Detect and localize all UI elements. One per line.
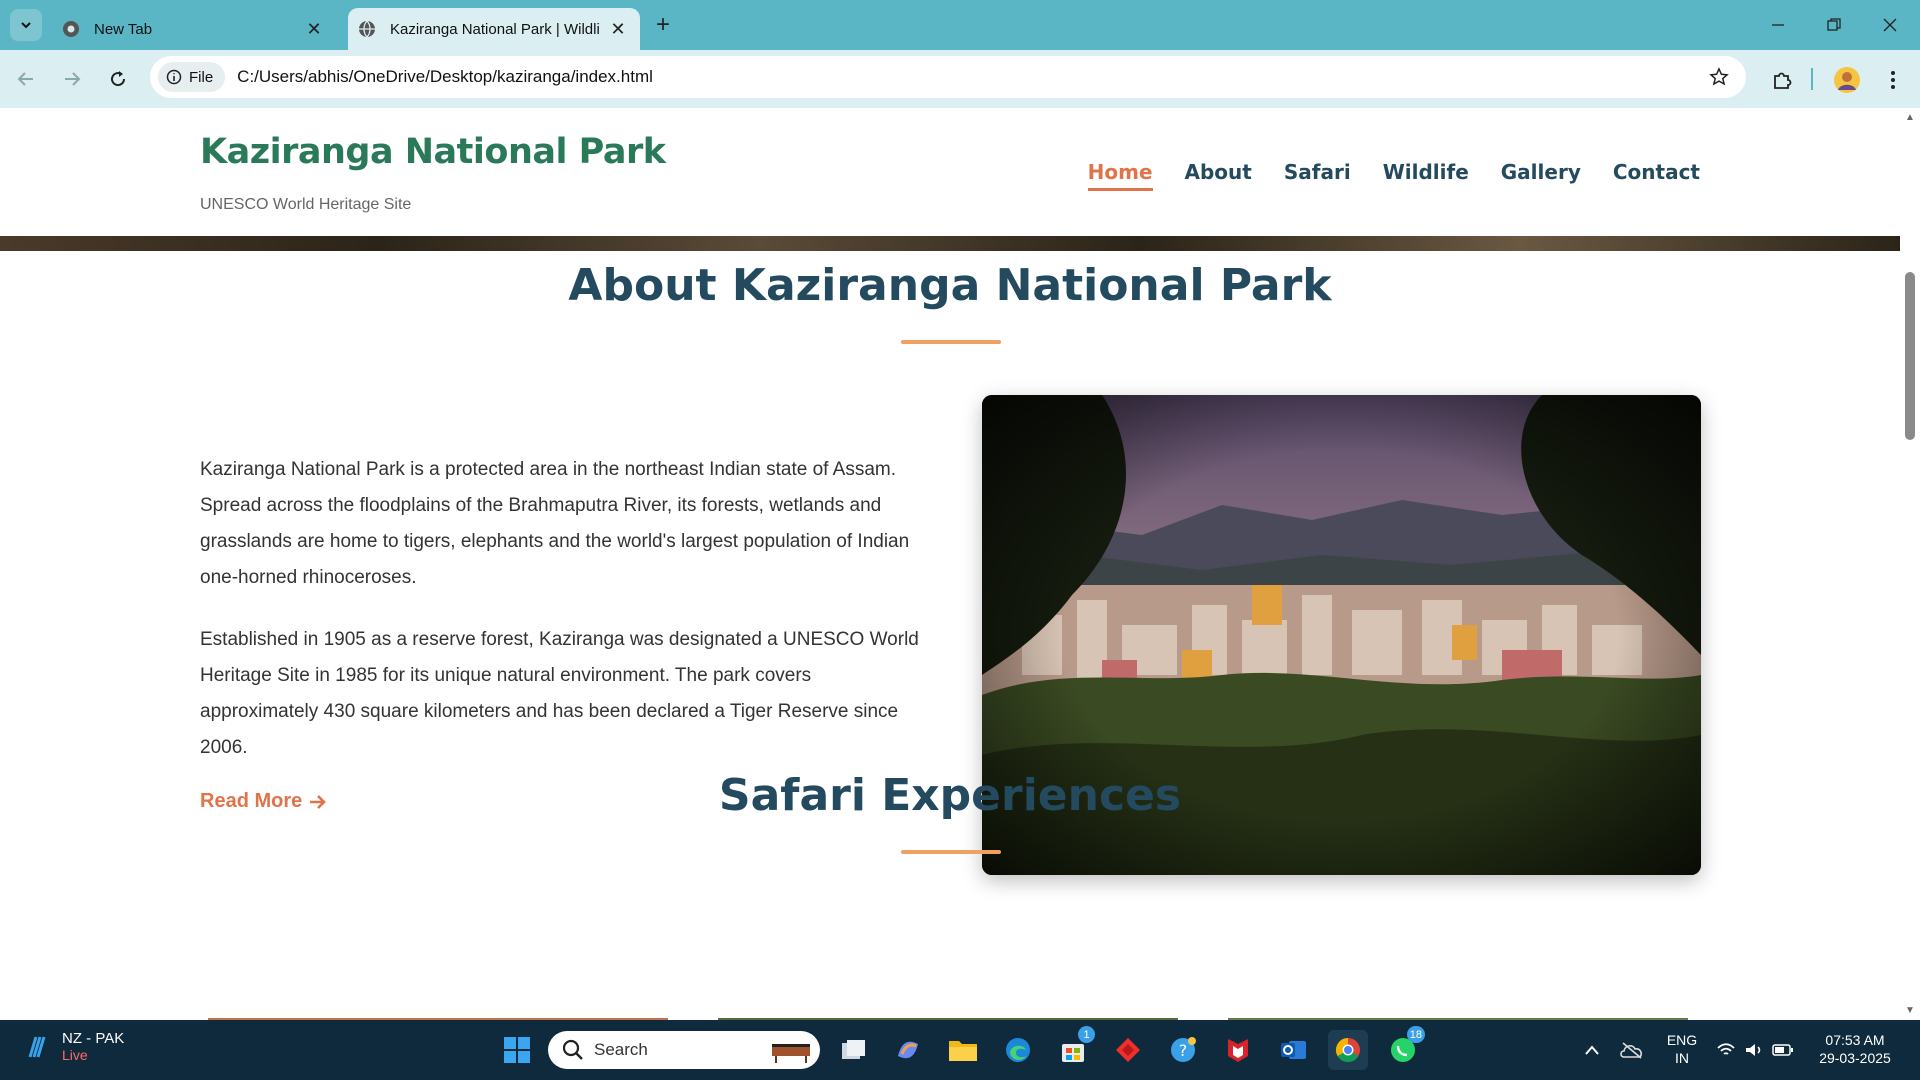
site-logo-subtitle: UNESCO World Heritage Site (200, 196, 412, 213)
clock-time: 07:53 AM (1825, 1032, 1885, 1048)
close-window-button[interactable] (1870, 10, 1910, 40)
taskbar-search[interactable]: Search (548, 1031, 820, 1069)
page-scrollbar[interactable] (1900, 108, 1920, 1020)
language-code: ENG (1666, 1032, 1698, 1048)
bookmark-button[interactable] (1706, 64, 1732, 90)
quick-settings[interactable] (1710, 1030, 1800, 1070)
site-header: Kaziranga National Park UNESCO World Her… (0, 108, 1900, 236)
more-vertical-icon (1891, 71, 1895, 89)
close-tab-icon[interactable]: ✕ (304, 19, 324, 39)
safari-section-title: Safari Experiences (718, 770, 1182, 821)
cricket-icon (28, 1036, 46, 1057)
language-indicator[interactable]: ENG IN (1664, 1031, 1700, 1067)
task-view-icon[interactable] (834, 1030, 874, 1070)
chrome-taskbar-icon[interactable] (1328, 1030, 1368, 1070)
reload-icon (111, 71, 126, 87)
site-info-label: File (189, 68, 214, 86)
volume-icon (1746, 1044, 1761, 1056)
reload-button[interactable] (102, 63, 134, 95)
outlook-icon[interactable] (1273, 1030, 1313, 1070)
file-explorer-icon[interactable] (943, 1030, 983, 1070)
arrow-left-icon (17, 72, 33, 86)
clock[interactable]: 07:53 AM 29-03-2025 (1810, 1031, 1900, 1067)
edge-icon[interactable] (998, 1030, 1038, 1070)
nav-gallery[interactable]: Gallery (1501, 160, 1581, 191)
puzzle-icon (1774, 72, 1792, 89)
info-icon (166, 69, 182, 85)
toolbar-divider (1811, 68, 1813, 90)
address-bar[interactable]: File C:/Users/abhis/OneDrive/Desktop/kaz… (150, 56, 1746, 98)
scrollbar-thumb[interactable] (1905, 272, 1915, 440)
help-icon[interactable]: ? (1163, 1030, 1203, 1070)
new-tab-button[interactable]: + (650, 11, 676, 38)
site-info-chip[interactable]: File (158, 62, 226, 92)
store-icon[interactable]: 1 (1053, 1026, 1095, 1070)
chrome-icon (63, 21, 79, 37)
avatar (1834, 67, 1860, 93)
back-button[interactable] (10, 63, 42, 95)
about-paragraph-2: Established in 1905 as a reserve forest,… (200, 629, 919, 758)
url-text[interactable]: C:/Users/abhis/OneDrive/Desktop/kazirang… (237, 67, 1706, 87)
tab-title: New Tab (94, 20, 153, 38)
browser-tab-bar: New Tab ✕ Kaziranga National Park | Wild… (0, 0, 1920, 50)
browser-toolbar: File C:/Users/abhis/OneDrive/Desktop/kaz… (0, 50, 1920, 108)
search-icon (562, 1039, 583, 1060)
site-logo-title[interactable]: Kaziranga National Park (200, 132, 666, 172)
onedrive-offline-icon[interactable] (1612, 1030, 1652, 1070)
windows-taskbar: NZ - PAK Live Search 1 ? 18 ENG IN 07:53… (0, 1020, 1920, 1080)
nav-wildlife[interactable]: Wildlife (1383, 160, 1469, 191)
browser-menu-button[interactable] (1876, 63, 1910, 97)
close-tab-icon[interactable]: ✕ (608, 19, 628, 39)
about-paragraph-1: Kaziranga National Park is a protected a… (200, 459, 910, 588)
clock-date: 29-03-2025 (1819, 1050, 1891, 1066)
battery-icon (1772, 1044, 1793, 1056)
wifi-icon (1717, 1043, 1735, 1055)
nav-home[interactable]: Home (1087, 160, 1153, 191)
chevron-down-icon (21, 22, 31, 29)
nav-about[interactable]: About (1185, 160, 1252, 191)
tab-kaziranga[interactable]: Kaziranga National Park | Wildli ✕ (348, 8, 640, 50)
restore-button[interactable] (1814, 10, 1854, 40)
anydesk-icon[interactable] (1108, 1030, 1148, 1070)
arrow-right-icon (65, 72, 81, 86)
nav-contact[interactable]: Contact (1613, 160, 1700, 191)
language-region: IN (1675, 1050, 1689, 1066)
main-nav: Home About Safari Wildlife Gallery Conta… (1087, 160, 1700, 191)
about-section-title: About Kaziranga National Park (568, 260, 1332, 311)
whatsapp-badge: 18 (1406, 1026, 1425, 1043)
news-title: NZ - PAK (62, 1030, 125, 1047)
nav-safari[interactable]: Safari (1284, 160, 1351, 191)
news-status: Live (62, 1047, 88, 1063)
hero-image-edge (0, 236, 1900, 251)
tab-search-button[interactable] (10, 9, 42, 41)
star-icon (1709, 67, 1729, 86)
forward-button[interactable] (56, 63, 88, 95)
windows-logo-icon (504, 1037, 530, 1063)
minimize-icon (1772, 24, 1784, 26)
svg-text:?: ? (1179, 1041, 1188, 1060)
news-widget[interactable]: NZ - PAK Live (24, 1030, 124, 1063)
tab-title: Kaziranga National Park | Wildli (390, 20, 600, 38)
mcafee-icon[interactable] (1218, 1030, 1258, 1070)
about-title-rule (901, 340, 1001, 344)
copilot-icon[interactable] (888, 1030, 928, 1070)
safari-title-rule (901, 850, 1001, 854)
scroll-down-arrow[interactable]: ▼ (1904, 1006, 1916, 1016)
tab-new-tab[interactable]: New Tab ✕ (52, 8, 336, 50)
close-icon (1883, 18, 1897, 32)
scroll-up-arrow[interactable]: ▲ (1904, 113, 1916, 123)
about-text: Kaziranga National Park is a protected a… (200, 452, 920, 792)
restore-icon (1827, 18, 1841, 31)
search-placeholder: Search (594, 1040, 648, 1059)
whatsapp-icon[interactable]: 18 (1383, 1026, 1425, 1070)
store-badge: 1 (1078, 1026, 1095, 1043)
globe-icon (359, 20, 375, 38)
piano-icon (772, 1044, 810, 1063)
page-viewport: Kaziranga National Park UNESCO World Her… (0, 108, 1900, 1020)
minimize-button[interactable] (1758, 10, 1798, 40)
start-button[interactable] (497, 1030, 537, 1070)
profile-button[interactable] (1830, 63, 1864, 97)
extensions-button[interactable] (1765, 63, 1799, 97)
tray-chevron-up-icon[interactable] (1572, 1030, 1612, 1070)
